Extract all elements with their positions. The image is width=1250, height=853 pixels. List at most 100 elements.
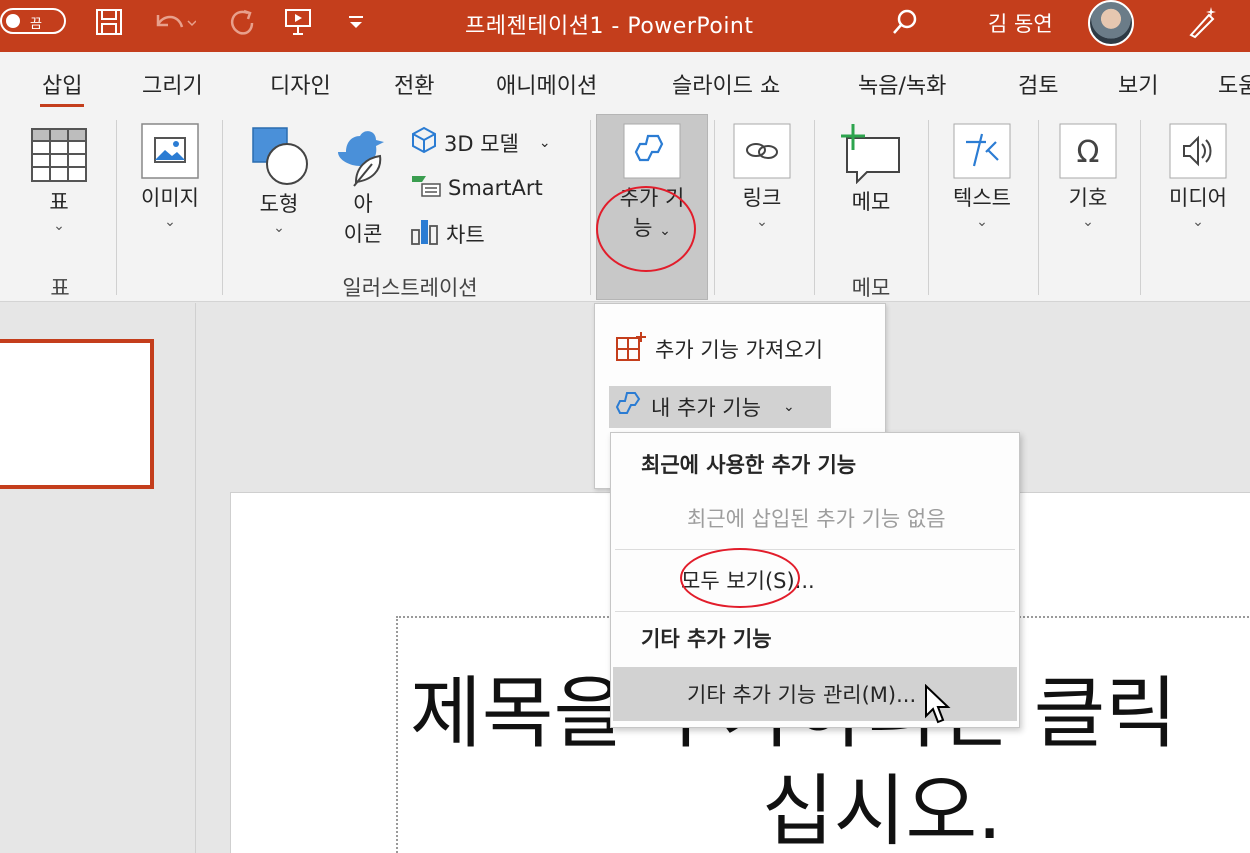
chart-label: 차트 [446,222,485,247]
text-icon [944,120,1020,182]
image-button[interactable]: 이미지 ⌄ [132,120,208,230]
search-icon[interactable] [888,6,922,38]
autosave-label: 끔 [30,17,42,32]
mouse-cursor-icon [924,683,954,730]
tab-animations[interactable]: 애니메이션 [496,68,597,100]
divider [1140,120,1141,295]
ribbon-tabs: 삽입 그리기 디자인 전환 애니메이션 슬라이드 쇼 녹음/녹화 검토 보기 도… [0,52,1250,112]
window-title: 프레젠테이션1 - PowerPoint [465,14,754,39]
divider [928,120,929,295]
table-button[interactable]: 표 ⌄ [26,124,92,234]
tab-review[interactable]: 검토 [1018,68,1058,100]
addins-icon [606,120,698,182]
group-label-table: 표 [50,276,70,300]
my-addins-item[interactable]: 내 추가 기능 ⌄ [609,386,831,428]
symbol-button[interactable]: Ω 기호 ⌄ [1054,120,1122,230]
tab-draw[interactable]: 그리기 [142,68,203,100]
divider [116,120,117,295]
tab-insert[interactable]: 삽입 [39,68,85,107]
tab-transitions[interactable]: 전환 [394,68,434,100]
group-label-illustrations: 일러스트레이션 [342,276,478,300]
tab-slideshow[interactable]: 슬라이드 쇼 [672,68,780,100]
tab-design[interactable]: 디자인 [270,68,331,100]
icons-label-2: 이콘 [343,222,383,246]
undo-icon[interactable] [148,6,198,38]
view-all-item[interactable]: 모두 보기(S)... [681,565,815,595]
speaker-icon [1156,120,1240,182]
image-label: 이미지 [141,186,199,210]
customize-toolbar-icon[interactable] [344,6,368,38]
my-addins-label: 내 추가 기능 [651,396,761,420]
text-label: 텍스트 [953,186,1011,210]
store-add-icon [615,330,647,367]
bar-chart-icon [410,216,440,251]
avatar[interactable] [1088,0,1134,46]
comment-label: 메모 [851,190,891,214]
media-button[interactable]: 미디어 ⌄ [1156,120,1240,230]
divider [615,611,1015,612]
addins-icon [613,389,645,426]
get-addins-item[interactable]: 추가 기능 가져오기 [615,330,823,367]
group-label-comments: 메모 [851,276,891,300]
tab-view[interactable]: 보기 [1118,68,1158,100]
chevron-down-icon: ⌄ [538,134,551,151]
chart-button[interactable]: 차트 [410,216,485,251]
divider [814,120,815,295]
autosave-toggle[interactable]: 끔 [0,8,66,34]
addins-label-1: 추가 기 [619,186,685,210]
chevron-down-icon: ⌄ [273,220,285,236]
manage-other-addins-item[interactable]: 기타 추가 기능 관리(M)... [687,679,916,709]
media-label: 미디어 [1169,186,1227,210]
symbol-label: 기호 [1068,186,1108,210]
svg-text:Ω: Ω [1077,135,1100,170]
chevron-down-icon: ⌄ [53,218,65,234]
chevron-down-icon: ⌄ [782,399,795,415]
icons-label-1: 아 [353,192,373,216]
icons-button[interactable]: 아 이콘 [330,124,396,248]
shapes-button[interactable]: 도형 ⌄ [246,124,312,236]
comment-icon [834,120,908,186]
smartart-label: SmartArt [448,175,543,200]
tab-help[interactable]: 도움 [1218,68,1250,100]
addins-button[interactable]: 추가 기 능 ⌄ [606,120,698,242]
divider [222,120,223,295]
table-label: 표 [49,190,69,214]
save-icon[interactable] [92,6,126,38]
3d-models-label: 3D 모델 [444,131,519,156]
divider [714,120,715,295]
chevron-down-icon: ⌄ [976,214,988,230]
shapes-icon [246,124,312,188]
link-icon [726,120,798,182]
chevron-down-icon: ⌄ [1082,214,1094,230]
toggle-knob [6,14,20,28]
thumbnail-pane [0,303,196,853]
smartart-icon [410,172,442,203]
chevron-down-icon: ⌄ [756,214,768,230]
link-button[interactable]: 링크 ⌄ [726,120,798,230]
table-icon [26,124,92,186]
recent-empty-text: 최근에 삽입된 추가 기능 없음 [687,507,946,531]
slide-thumbnail[interactable] [0,339,154,489]
comment-button[interactable]: 메모 [834,120,908,216]
other-addins-header: 기타 추가 기능 [641,627,772,651]
chevron-down-icon: ⌄ [164,214,176,230]
divider [1038,120,1039,295]
ribbon: 표 ⌄ 표 이미지 ⌄ 도형 ⌄ 아 이콘 3D 모델 ⌄ SmartArt 차… [0,112,1250,302]
divider [615,549,1015,550]
addins-label-2: 능 ⌄ [633,216,671,240]
designer-wand-icon[interactable] [1182,6,1222,39]
3d-cube-icon [410,126,438,159]
tab-recording[interactable]: 녹음/녹화 [858,68,946,100]
divider [590,120,591,295]
3d-models-button[interactable]: 3D 모델 ⌄ [410,126,551,159]
smartart-button[interactable]: SmartArt [410,172,543,203]
shapes-label: 도형 [259,192,299,216]
text-button[interactable]: 텍스트 ⌄ [944,120,1020,230]
get-addins-label: 추가 기능 가져오기 [655,337,823,362]
slide-title-text-2: 십시오. [762,767,1003,853]
my-addins-submenu: 최근에 사용한 추가 기능 최근에 삽입된 추가 기능 없음 모두 보기(S).… [610,432,1020,728]
title-bar: 끔 프레젠테이션1 - PowerPoint 김 동연 [0,0,1250,52]
redo-icon[interactable] [222,6,258,38]
slideshow-from-start-icon[interactable] [280,6,316,38]
user-name[interactable]: 김 동연 [988,8,1053,38]
